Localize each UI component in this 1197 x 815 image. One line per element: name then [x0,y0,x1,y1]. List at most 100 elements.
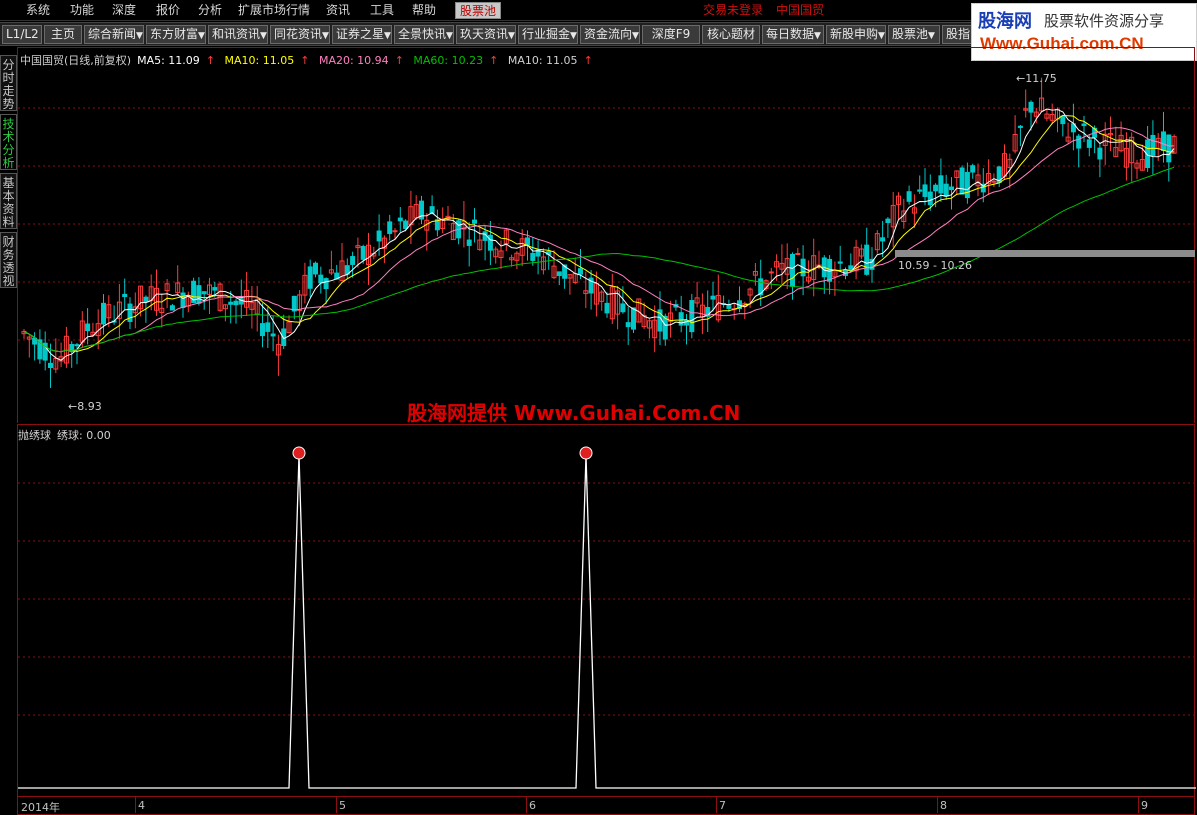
candle-body [933,184,939,192]
menu-stock-pool[interactable]: 股票池 [455,2,502,19]
jiutian-label: 玖天资讯 [460,27,509,41]
menu-tools[interactable]: 工具 [370,2,394,19]
x-tick [336,797,337,813]
level-toggle-button[interactable]: L1/L2 [2,25,42,44]
left-arrow-icon: ← [1016,72,1026,85]
dropdown-arrow-icon: ▼ [878,31,885,41]
candle-body [196,285,202,304]
dropdown-arrow-icon: ▼ [446,31,453,41]
candle-body [1081,123,1087,127]
candle-body [726,304,732,309]
depth-f9-button[interactable]: 深度F9 [642,25,700,44]
candle-body [938,175,944,194]
x-label-may: 5 [339,799,346,812]
tab-basic-info[interactable]: 基本资料 [0,173,17,229]
candle-body [265,322,271,332]
hexun-button[interactable]: 和讯资讯▼ [208,25,268,44]
menu-extended-market[interactable]: 扩展市场行情 [238,2,310,19]
candle-body [662,315,668,340]
index-button[interactable]: 股指 [942,25,972,44]
candle-body [604,302,610,314]
logo-brand: 股海网 [978,11,1032,32]
menu-news[interactable]: 资讯 [326,2,350,19]
daily-data-button[interactable]: 每日数据▼ [762,25,824,44]
eastmoney-label: 东方财富 [150,27,199,41]
candle-body [970,165,976,173]
candle-body [1060,115,1066,125]
up-arrow-icon: ↑ [205,54,216,67]
range-highlight-bar [895,250,1195,257]
candle-body [1150,134,1156,156]
menu-depth[interactable]: 深度 [112,2,136,19]
fund-flow-button[interactable]: 资金流向▼ [580,25,640,44]
candle-body [1166,134,1172,163]
candle-body [180,292,186,308]
menu-analysis[interactable]: 分析 [198,2,222,19]
eastmoney-button[interactable]: 东方财富▼ [146,25,206,44]
jiutian-button[interactable]: 玖天资讯▼ [456,25,516,44]
candle-body [943,183,949,197]
candlestick-chart-panel[interactable] [17,47,1196,423]
menu-quote[interactable]: 报价 [156,2,180,19]
indicator-legend: 抛绣球 绣球: 0.00 [18,427,117,443]
logo-slogan: 股票软件资源分享 [1044,12,1165,30]
ipo-button[interactable]: 新股申购▼ [826,25,886,44]
candle-body [578,268,583,275]
indicator-name: 抛绣球 [18,429,51,442]
tab-intraday[interactable]: 分时走势 [0,55,17,111]
x-label-jul: 7 [719,799,726,812]
candle-body [1017,125,1023,128]
up-arrow-icon: ↑ [300,54,310,67]
up-arrow-icon: ↑ [394,54,404,67]
x-tick [1138,797,1139,813]
stock-pool-button[interactable]: 股票池▼ [888,25,940,44]
candle-body [387,221,393,234]
tab-financial[interactable]: 财务透视 [0,232,17,288]
dropdown-arrow-icon: ▼ [384,31,391,41]
candle-body [964,171,970,199]
core-topic-button[interactable]: 核心题材 [702,25,760,44]
ma60-line [23,166,1175,353]
tonghua-label: 同花资讯 [274,27,323,41]
industry-button[interactable]: 行业掘金▼ [518,25,578,44]
stockstar-button[interactable]: 证券之星▼ [332,25,392,44]
candle-body [848,265,854,271]
candle-body [260,323,265,337]
candle-body [376,230,382,242]
candle-body [880,237,886,242]
x-tick [937,797,938,813]
candle-body [233,300,239,306]
daily-data-label: 每日数据 [766,27,815,41]
up-arrow-icon: ↑ [583,54,593,67]
candle-body [525,237,530,246]
indicator-chart-panel[interactable] [17,424,1196,797]
dropdown-arrow-icon: ▼ [928,31,935,41]
tab-technical-analysis[interactable]: 技术分析 [0,114,17,170]
menu-help[interactable]: 帮助 [412,2,436,19]
candle-body [318,274,324,284]
time-axis [17,797,1195,815]
candle-body [1161,131,1166,151]
candle-body [620,303,626,313]
candle-body [350,256,356,265]
panorama-button[interactable]: 全景快讯▼ [394,25,454,44]
home-button[interactable]: 主页 [44,25,82,44]
tonghua-button[interactable]: 同花资讯▼ [270,25,330,44]
candle-body [864,244,870,275]
current-stock-name: 中国国贸 [776,3,825,17]
menu-system[interactable]: 系统 [26,2,50,19]
ma20-line [23,127,1175,353]
ma5-line [23,108,1175,361]
candle-body [74,344,80,347]
candle-body [1086,139,1092,148]
candle-body [631,307,636,330]
ipo-label: 新股申购 [830,27,879,41]
candle-body [487,234,493,251]
candlestick-chart [18,77,1196,388]
candle-body [768,271,774,274]
candle-body [906,191,912,202]
x-tick [135,797,136,813]
menu-function[interactable]: 功能 [70,2,94,19]
candle-body [122,293,128,298]
news-general-button[interactable]: 综合新闻▼ [84,25,144,44]
